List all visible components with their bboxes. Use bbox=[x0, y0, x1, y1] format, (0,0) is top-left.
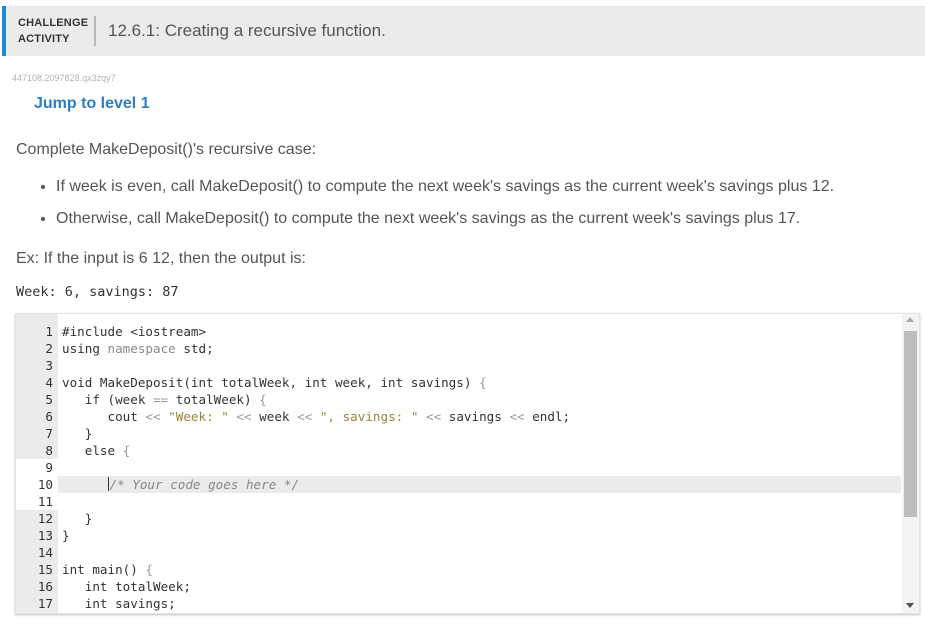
code-line[interactable]: 15 int main() { bbox=[16, 561, 901, 578]
code-token: #include <iostream> bbox=[62, 324, 207, 339]
code-line[interactable]: 7 } bbox=[16, 425, 901, 442]
code-line[interactable]: 3 bbox=[16, 357, 901, 374]
code-text: void MakeDeposit(int totalWeek, int week… bbox=[62, 374, 487, 391]
example-description: Ex: If the input is 6 12, then the outpu… bbox=[16, 250, 306, 267]
code-token: totalWeek) bbox=[168, 392, 260, 407]
code-line[interactable]: 1 #include <iostream> bbox=[16, 323, 901, 340]
code-text: } bbox=[62, 528, 70, 543]
line-number: 14 bbox=[37, 545, 53, 560]
code-token: << bbox=[228, 409, 260, 424]
code-text: else { bbox=[62, 442, 131, 459]
code-line[interactable]: 17 int savings; bbox=[16, 595, 901, 612]
line-number: 17 bbox=[37, 596, 53, 611]
code-token: << bbox=[509, 409, 525, 424]
jump-to-level-link[interactable]: Jump to level 1 bbox=[34, 95, 150, 113]
instruction-prompt: Complete MakeDeposit()'s recursive case: bbox=[16, 141, 317, 158]
line-number: 12 bbox=[37, 511, 53, 526]
code-text: } bbox=[62, 426, 93, 441]
code-line[interactable]: 13} bbox=[16, 527, 901, 544]
code-text: int main() { bbox=[62, 561, 153, 578]
activity-type-line1: CHALLENGE bbox=[18, 17, 89, 29]
line-number: 1 bbox=[45, 324, 53, 339]
code-token: savings bbox=[448, 409, 510, 424]
line-number: 5 bbox=[45, 392, 53, 407]
code-line-editable-active[interactable]: 10 /* Your code goes here */ bbox=[16, 476, 901, 493]
line-number: 2 bbox=[45, 341, 53, 356]
example-output: Week: 6, savings: 87 bbox=[16, 284, 179, 300]
code-token: << bbox=[418, 409, 449, 424]
code-token: week bbox=[259, 409, 298, 424]
line-number: 7 bbox=[45, 426, 53, 441]
code-token: using bbox=[62, 341, 108, 356]
code-token: if (week bbox=[62, 392, 153, 407]
code-token: cout bbox=[62, 409, 146, 424]
activity-type-label: CHALLENGE ACTIVITY bbox=[18, 15, 88, 47]
code-text: int savings; bbox=[62, 596, 176, 611]
scroll-down-arrow-icon[interactable] bbox=[906, 603, 914, 608]
code-token: void MakeDeposit(int totalWeek, int week… bbox=[62, 375, 480, 390]
code-line[interactable]: 5 if (week == totalWeek) { bbox=[16, 391, 901, 408]
code-token: int main() bbox=[62, 562, 146, 577]
line-number: 8 bbox=[45, 443, 53, 458]
code-comment: /* Your code goes here */ bbox=[109, 477, 300, 492]
scroll-up-arrow-icon[interactable] bbox=[906, 317, 914, 322]
code-line[interactable]: 6 cout << "Week: " << week << ", savings… bbox=[16, 408, 901, 425]
code-text[interactable]: /* Your code goes here */ bbox=[62, 476, 299, 493]
code-text: cout << "Week: " << week << ", savings: … bbox=[62, 408, 570, 425]
code-token: { bbox=[259, 392, 267, 407]
code-line[interactable]: 2 using namespace std; bbox=[16, 340, 901, 357]
code-token: { bbox=[122, 443, 131, 458]
code-text: int totalWeek; bbox=[62, 579, 191, 594]
code-token: { bbox=[479, 375, 487, 390]
line-number: 10 bbox=[16, 476, 58, 493]
code-token: { bbox=[145, 562, 153, 577]
code-text: #include <iostream> bbox=[62, 323, 206, 340]
code-text: using namespace std; bbox=[62, 340, 214, 357]
code-line-editable[interactable]: 11 bbox=[16, 493, 901, 510]
code-text: if (week == totalWeek) { bbox=[62, 391, 267, 408]
code-line[interactable]: 8 else { bbox=[16, 442, 901, 459]
code-lines[interactable]: 1 #include <iostream> 2 using namespace st… bbox=[16, 323, 901, 612]
code-token: else bbox=[62, 443, 123, 458]
header-divider bbox=[94, 16, 96, 46]
instruction-item: Otherwise, call MakeDeposit() to compute… bbox=[56, 199, 834, 231]
line-number: 15 bbox=[37, 562, 53, 577]
code-token: namespace bbox=[107, 341, 176, 356]
code-editor[interactable]: 1 #include <iostream> 2 using namespace st… bbox=[15, 313, 920, 614]
code-line[interactable]: 12 } bbox=[16, 510, 901, 527]
code-line-editable[interactable]: 9 bbox=[16, 459, 901, 476]
line-number: 3 bbox=[45, 358, 53, 373]
code-token: "Week: " bbox=[160, 409, 229, 424]
line-number: 4 bbox=[45, 375, 53, 390]
code-token: == bbox=[153, 392, 169, 407]
code-token: std; bbox=[175, 341, 214, 356]
line-number: 13 bbox=[37, 528, 53, 543]
code-token: ", savings: " bbox=[312, 409, 419, 424]
code-token: << bbox=[145, 409, 161, 424]
code-line[interactable]: 14 bbox=[16, 544, 901, 561]
code-line[interactable]: 4 void MakeDeposit(int totalWeek, int wee… bbox=[16, 374, 901, 391]
instruction-item: If week is even, call MakeDeposit() to c… bbox=[56, 167, 834, 199]
code-token: endl; bbox=[524, 409, 571, 424]
line-number: 11 bbox=[16, 493, 58, 510]
code-line[interactable]: 16 int totalWeek; bbox=[16, 578, 901, 595]
line-number: 16 bbox=[37, 579, 53, 594]
activity-title: 12.6.1: Creating a recursive function. bbox=[108, 21, 386, 40]
editor-scrollbar[interactable] bbox=[902, 314, 919, 613]
code-token: << bbox=[297, 409, 313, 424]
line-number: 6 bbox=[45, 409, 53, 424]
activity-id: 447108.2097828.qx3zqy7 bbox=[12, 73, 116, 83]
text-cursor bbox=[107, 477, 109, 491]
activity-type-line2: ACTIVITY bbox=[18, 33, 70, 45]
activity-header: CHALLENGE ACTIVITY 12.6.1: Creating a re… bbox=[2, 6, 925, 56]
line-number: 9 bbox=[16, 459, 58, 476]
code-text: } bbox=[62, 511, 93, 526]
scrollbar-thumb[interactable] bbox=[904, 331, 917, 517]
instruction-list: If week is even, call MakeDeposit() to c… bbox=[16, 167, 834, 231]
